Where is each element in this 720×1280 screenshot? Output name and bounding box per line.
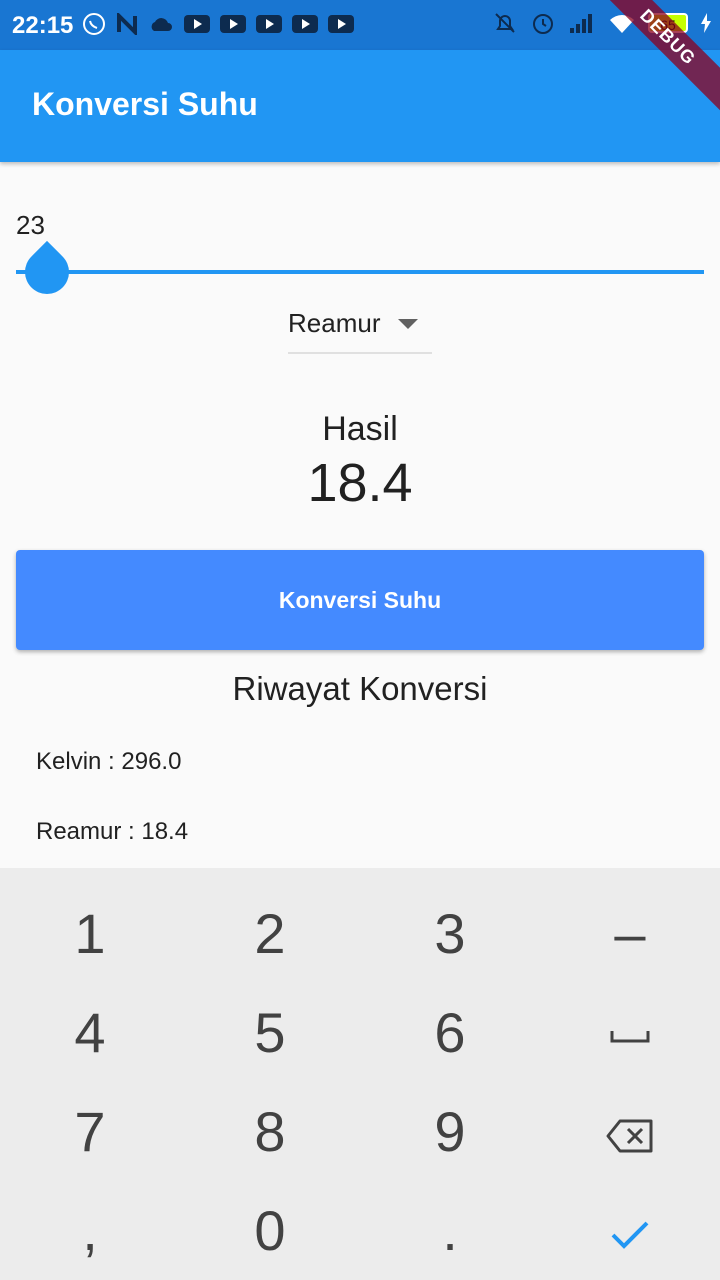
unit-dropdown[interactable]: Reamur	[288, 300, 432, 354]
cloud-icon	[151, 18, 172, 31]
youtube-icon	[292, 15, 318, 33]
key-backspace[interactable]	[540, 1082, 720, 1181]
youtube-icon	[256, 15, 282, 33]
slider-value-label: 23	[16, 210, 45, 240]
slider-thumb[interactable]	[15, 240, 79, 304]
check-icon	[611, 1221, 649, 1250]
result-label: Hasil	[322, 410, 398, 448]
key-4[interactable]: 4	[0, 983, 180, 1082]
key-2[interactable]: 2	[180, 884, 360, 983]
history-list: Kelvin : 296.0 Reamur : 18.4	[36, 748, 188, 888]
key-5[interactable]: 5	[180, 983, 360, 1082]
key-7[interactable]: 7	[0, 1082, 180, 1181]
dropdown-selected-value: Reamur	[288, 308, 381, 338]
key-3[interactable]: 3	[360, 884, 540, 983]
youtube-icon	[328, 15, 354, 33]
youtube-icon	[220, 15, 246, 33]
key-period[interactable]: .	[360, 1181, 540, 1280]
alarm-icon	[533, 14, 553, 34]
backspace-icon	[606, 1119, 653, 1153]
convert-button[interactable]: Konversi Suhu	[16, 550, 704, 650]
history-title: Riwayat Konversi	[232, 670, 488, 707]
key-1[interactable]: 1	[0, 884, 180, 983]
notifications-off-icon	[495, 13, 515, 33]
key-8[interactable]: 8	[180, 1082, 360, 1181]
key-6[interactable]: 6	[360, 983, 540, 1082]
page-title: Konversi Suhu	[32, 86, 258, 122]
debug-banner: DEBUG	[593, 0, 720, 112]
list-item: Kelvin : 296.0	[36, 748, 182, 775]
key-minus[interactable]: –	[540, 884, 720, 983]
temperature-slider[interactable]	[16, 270, 704, 274]
debug-banner-container: DEBUG	[590, 0, 720, 130]
numeric-keyboard: 1 2 3 – 4 5 6 7 8 9 , 0 .	[0, 868, 720, 1280]
key-comma[interactable]: ,	[0, 1181, 180, 1280]
space-icon	[610, 1031, 650, 1043]
key-9[interactable]: 9	[360, 1082, 540, 1181]
key-done[interactable]	[540, 1181, 720, 1280]
whatsapp-icon	[83, 13, 105, 35]
notification-icons	[82, 12, 354, 36]
n-app-icon	[117, 13, 137, 35]
status-time: 22:15	[12, 12, 74, 39]
result-value: 18.4	[307, 453, 413, 513]
youtube-icon	[184, 15, 210, 33]
chevron-down-icon	[398, 319, 418, 329]
key-space[interactable]	[540, 983, 720, 1082]
key-0[interactable]: 0	[180, 1181, 360, 1280]
